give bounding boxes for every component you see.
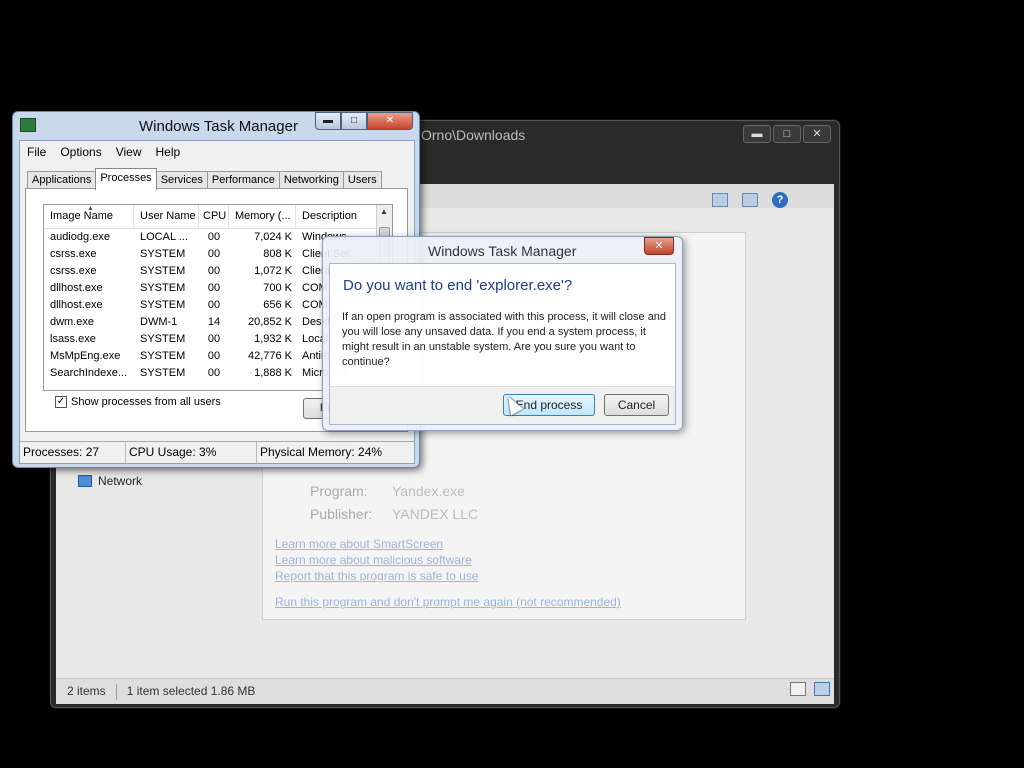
status-bar: Processes: 27 CPU Usage: 3% Physical Mem… [20,441,414,463]
cell-cpu: 00 [207,367,221,379]
dialog-title: Windows Task Manager [428,243,577,259]
dialog-message: If an open program is associated with th… [342,311,667,368]
cell-user-name: SYSTEM [140,367,186,379]
cell-memory: 656 K [263,299,292,311]
window-controls: ▬ □ ✕ [315,112,413,130]
cell-user-name: SYSTEM [140,265,186,277]
run-anyway-link[interactable]: Run this program and don't prompt me aga… [275,595,621,609]
cell-cpu: 00 [207,282,221,294]
sort-ascending-icon: ▲ [87,205,94,212]
selection-info: 1 item selected 1.86 MB [126,684,256,698]
view-toggle [790,682,830,696]
cell-image-name: csrss.exe [50,265,97,277]
cell-user-name: SYSTEM [140,350,186,362]
malware-link[interactable]: Learn more about malicious software [275,553,472,567]
cell-memory: 42,776 K [247,350,292,362]
cell-image-name: dwm.exe [50,316,95,328]
cell-memory: 20,852 K [247,316,292,328]
column-user-name[interactable]: User Name [134,205,199,228]
nav-item-network-label: Network [98,474,143,488]
maximize-button[interactable]: □ [773,125,801,143]
publisher-value: YANDEX LLC [392,506,479,522]
minimize-button[interactable]: ▬ [743,125,771,143]
explorer-window-controls: ▬ □ ✕ [743,125,831,143]
cell-cpu: 00 [207,333,221,345]
scroll-up-icon[interactable]: ▲ [380,207,388,216]
cell-image-name: dllhost.exe [50,282,103,294]
dialog-close-button[interactable]: ✕ [644,237,674,255]
close-button[interactable]: ✕ [803,125,831,143]
cell-user-name: SYSTEM [140,282,186,294]
cell-cpu: 00 [207,248,221,260]
cell-cpu: 14 [207,316,221,328]
table-header: ▲ Image Name User Name CPU Memory (... D… [44,205,392,229]
cell-memory: 7,024 K [254,231,292,243]
cell-cpu: 00 [207,265,221,277]
column-cpu[interactable]: CPU [199,205,229,228]
program-label: Program: [310,483,368,499]
publisher-label: Publisher: [310,506,373,522]
cell-cpu: 00 [207,350,221,362]
change-view-icon[interactable] [712,193,728,207]
network-icon [78,475,92,487]
cell-user-name: SYSTEM [140,248,186,260]
cell-image-name: SearchIndexe... [50,367,128,379]
cell-user-name: SYSTEM [140,333,186,345]
report-safe-link[interactable]: Report that this program is safe to use [275,569,478,583]
cancel-button[interactable]: Cancel [604,394,669,416]
nav-item-network[interactable]: Network [78,474,142,488]
menu-options[interactable]: Options [53,143,108,161]
explorer-title: Orno\Downloads [421,127,526,143]
cell-cpu: 00 [207,299,221,311]
cpu-usage: CPU Usage: 3% [126,442,257,463]
cell-user-name: DWM-1 [140,316,178,328]
preview-pane-icon[interactable] [742,193,758,207]
program-value: Yandex.exe [392,483,465,499]
menu-bar: File Options View Help [20,143,187,161]
process-count: Processes: 27 [20,442,126,463]
cell-memory: 1,932 K [254,333,292,345]
window-title: Windows Task Manager [139,118,298,135]
explorer-status-text: 2 items 1 item selected 1.86 MB [67,684,255,700]
show-all-processes-option[interactable]: ✓ Show processes from all users [55,396,221,408]
column-memory[interactable]: Memory (... [229,205,296,228]
cell-memory: 1,888 K [254,367,292,379]
cell-memory: 808 K [263,248,292,260]
column-description[interactable]: Description [296,205,378,228]
help-icon[interactable]: ? [772,192,788,208]
tab-processes[interactable]: Processes [95,168,157,190]
large-icons-view-icon[interactable] [814,682,830,696]
cell-user-name: SYSTEM [140,299,186,311]
cell-image-name: audiodg.exe [50,231,110,243]
close-button[interactable]: ✕ [367,112,413,130]
physical-memory: Physical Memory: 24% [260,445,383,459]
cell-user-name: LOCAL ... [140,231,188,243]
show-all-label: Show processes from all users [71,396,221,408]
dialog-question: Do you want to end 'explorer.exe'? [343,277,573,294]
status-divider [115,684,117,700]
explorer-toolbar-icons: ? [712,192,788,208]
menu-view[interactable]: View [109,143,149,161]
cell-cpu: 00 [207,231,221,243]
show-all-checkbox[interactable]: ✓ [55,396,67,408]
cell-image-name: lsass.exe [50,333,96,345]
cell-memory: 1,072 K [254,265,292,277]
menu-file[interactable]: File [20,143,53,161]
minimize-button[interactable]: ▬ [315,112,341,130]
cell-image-name: csrss.exe [50,248,97,260]
smartscreen-link[interactable]: Learn more about SmartScreen [275,537,443,551]
cell-memory: 700 K [263,282,292,294]
maximize-button[interactable]: □ [341,112,367,130]
tab-strip: Applications Processes Services Performa… [27,168,382,190]
task-manager-icon [20,118,36,132]
details-view-icon[interactable] [790,682,806,696]
cell-image-name: MsMpEng.exe [50,350,121,362]
item-count: 2 items [67,684,106,698]
menu-help[interactable]: Help [149,143,188,161]
cell-image-name: dllhost.exe [50,299,103,311]
